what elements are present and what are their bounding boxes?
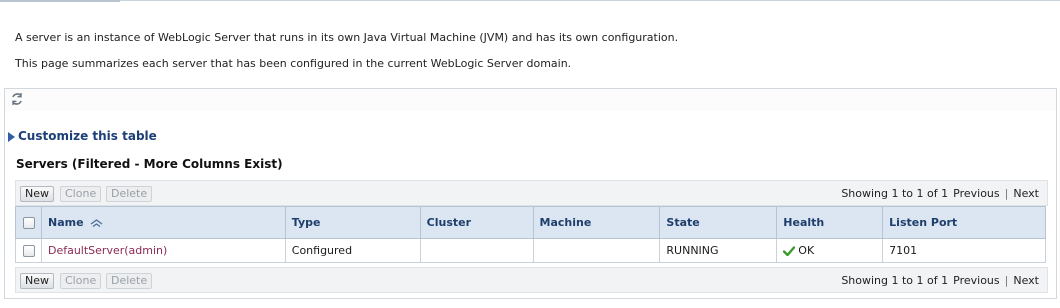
pager-showing: Showing 1 to 1 of 1 [841,187,949,200]
pager-previous-bottom[interactable]: Previous [953,274,1000,287]
pager-separator: | [1004,187,1009,200]
server-health-cell: OK [776,238,884,263]
sort-ascending-icon[interactable] [90,219,103,227]
pager-next[interactable]: Next [1013,187,1039,200]
intro-text-2: This page summarizes each server that ha… [15,57,572,70]
column-header-health[interactable]: Health [776,206,884,239]
row-checkbox[interactable] [23,245,35,257]
customize-table-link[interactable]: Customize this table [8,129,157,143]
pager-separator-bottom: | [1004,274,1009,287]
pager-showing-bottom: Showing 1 to 1 of 1 [841,274,949,287]
pager-next-bottom[interactable]: Next [1013,274,1039,287]
column-header-state[interactable]: State [659,206,778,239]
select-all-cell [15,206,42,239]
row-select-cell [15,238,42,263]
refresh-bar [4,88,1057,113]
column-header-machine[interactable]: Machine [532,206,661,239]
pager-bottom: Showing 1 to 1 of 1 Previous | Next [841,274,1039,287]
clone-button-bottom[interactable]: Clone [60,273,102,289]
table-header-row: Name Type Cluster Machine State Health L… [15,206,1046,239]
intro-text-1: A server is an instance of WebLogic Serv… [15,31,679,44]
delete-button-bottom[interactable]: Delete [106,273,153,289]
new-button[interactable]: New [20,186,54,202]
top-border [0,0,1060,5]
server-health-label: OK [798,244,815,257]
new-button-bottom[interactable]: New [20,273,54,289]
column-header-cluster[interactable]: Cluster [419,206,534,239]
server-listen-port-cell: 7101 [882,238,1046,263]
server-machine-cell [532,238,661,263]
column-header-name-label: Name [47,216,84,229]
servers-table: Name Type Cluster Machine State Health L… [15,206,1046,263]
table-toolbar-top: New Clone Delete Showing 1 to 1 of 1 Pre… [15,180,1048,206]
customize-label: Customize this table [18,129,157,143]
table-toolbar-bottom: New Clone Delete Showing 1 to 1 of 1 Pre… [15,267,1048,293]
table-title: Servers (Filtered - More Columns Exist) [16,157,283,171]
clone-button[interactable]: Clone [60,186,102,202]
server-cluster-cell [419,238,534,263]
column-header-name[interactable]: Name [40,206,286,239]
checkmark-icon [783,246,796,256]
pager: Showing 1 to 1 of 1 Previous | Next [841,187,1039,200]
pager-previous[interactable]: Previous [953,187,1000,200]
select-all-checkbox[interactable] [23,217,35,229]
tab-remnant [0,0,120,6]
column-header-listen-port[interactable]: Listen Port [882,206,1046,239]
server-type-cell: Configured [284,238,421,263]
column-header-type[interactable]: Type [284,206,421,239]
server-name-cell: DefaultServer(admin) [40,238,286,263]
table-row: DefaultServer(admin) Configured RUNNING … [15,238,1046,263]
server-state-cell: RUNNING [659,238,778,263]
expand-triangle-icon [8,131,15,142]
delete-button[interactable]: Delete [106,186,153,202]
server-name-link[interactable]: DefaultServer(admin) [48,244,167,257]
refresh-icon[interactable] [10,92,24,106]
